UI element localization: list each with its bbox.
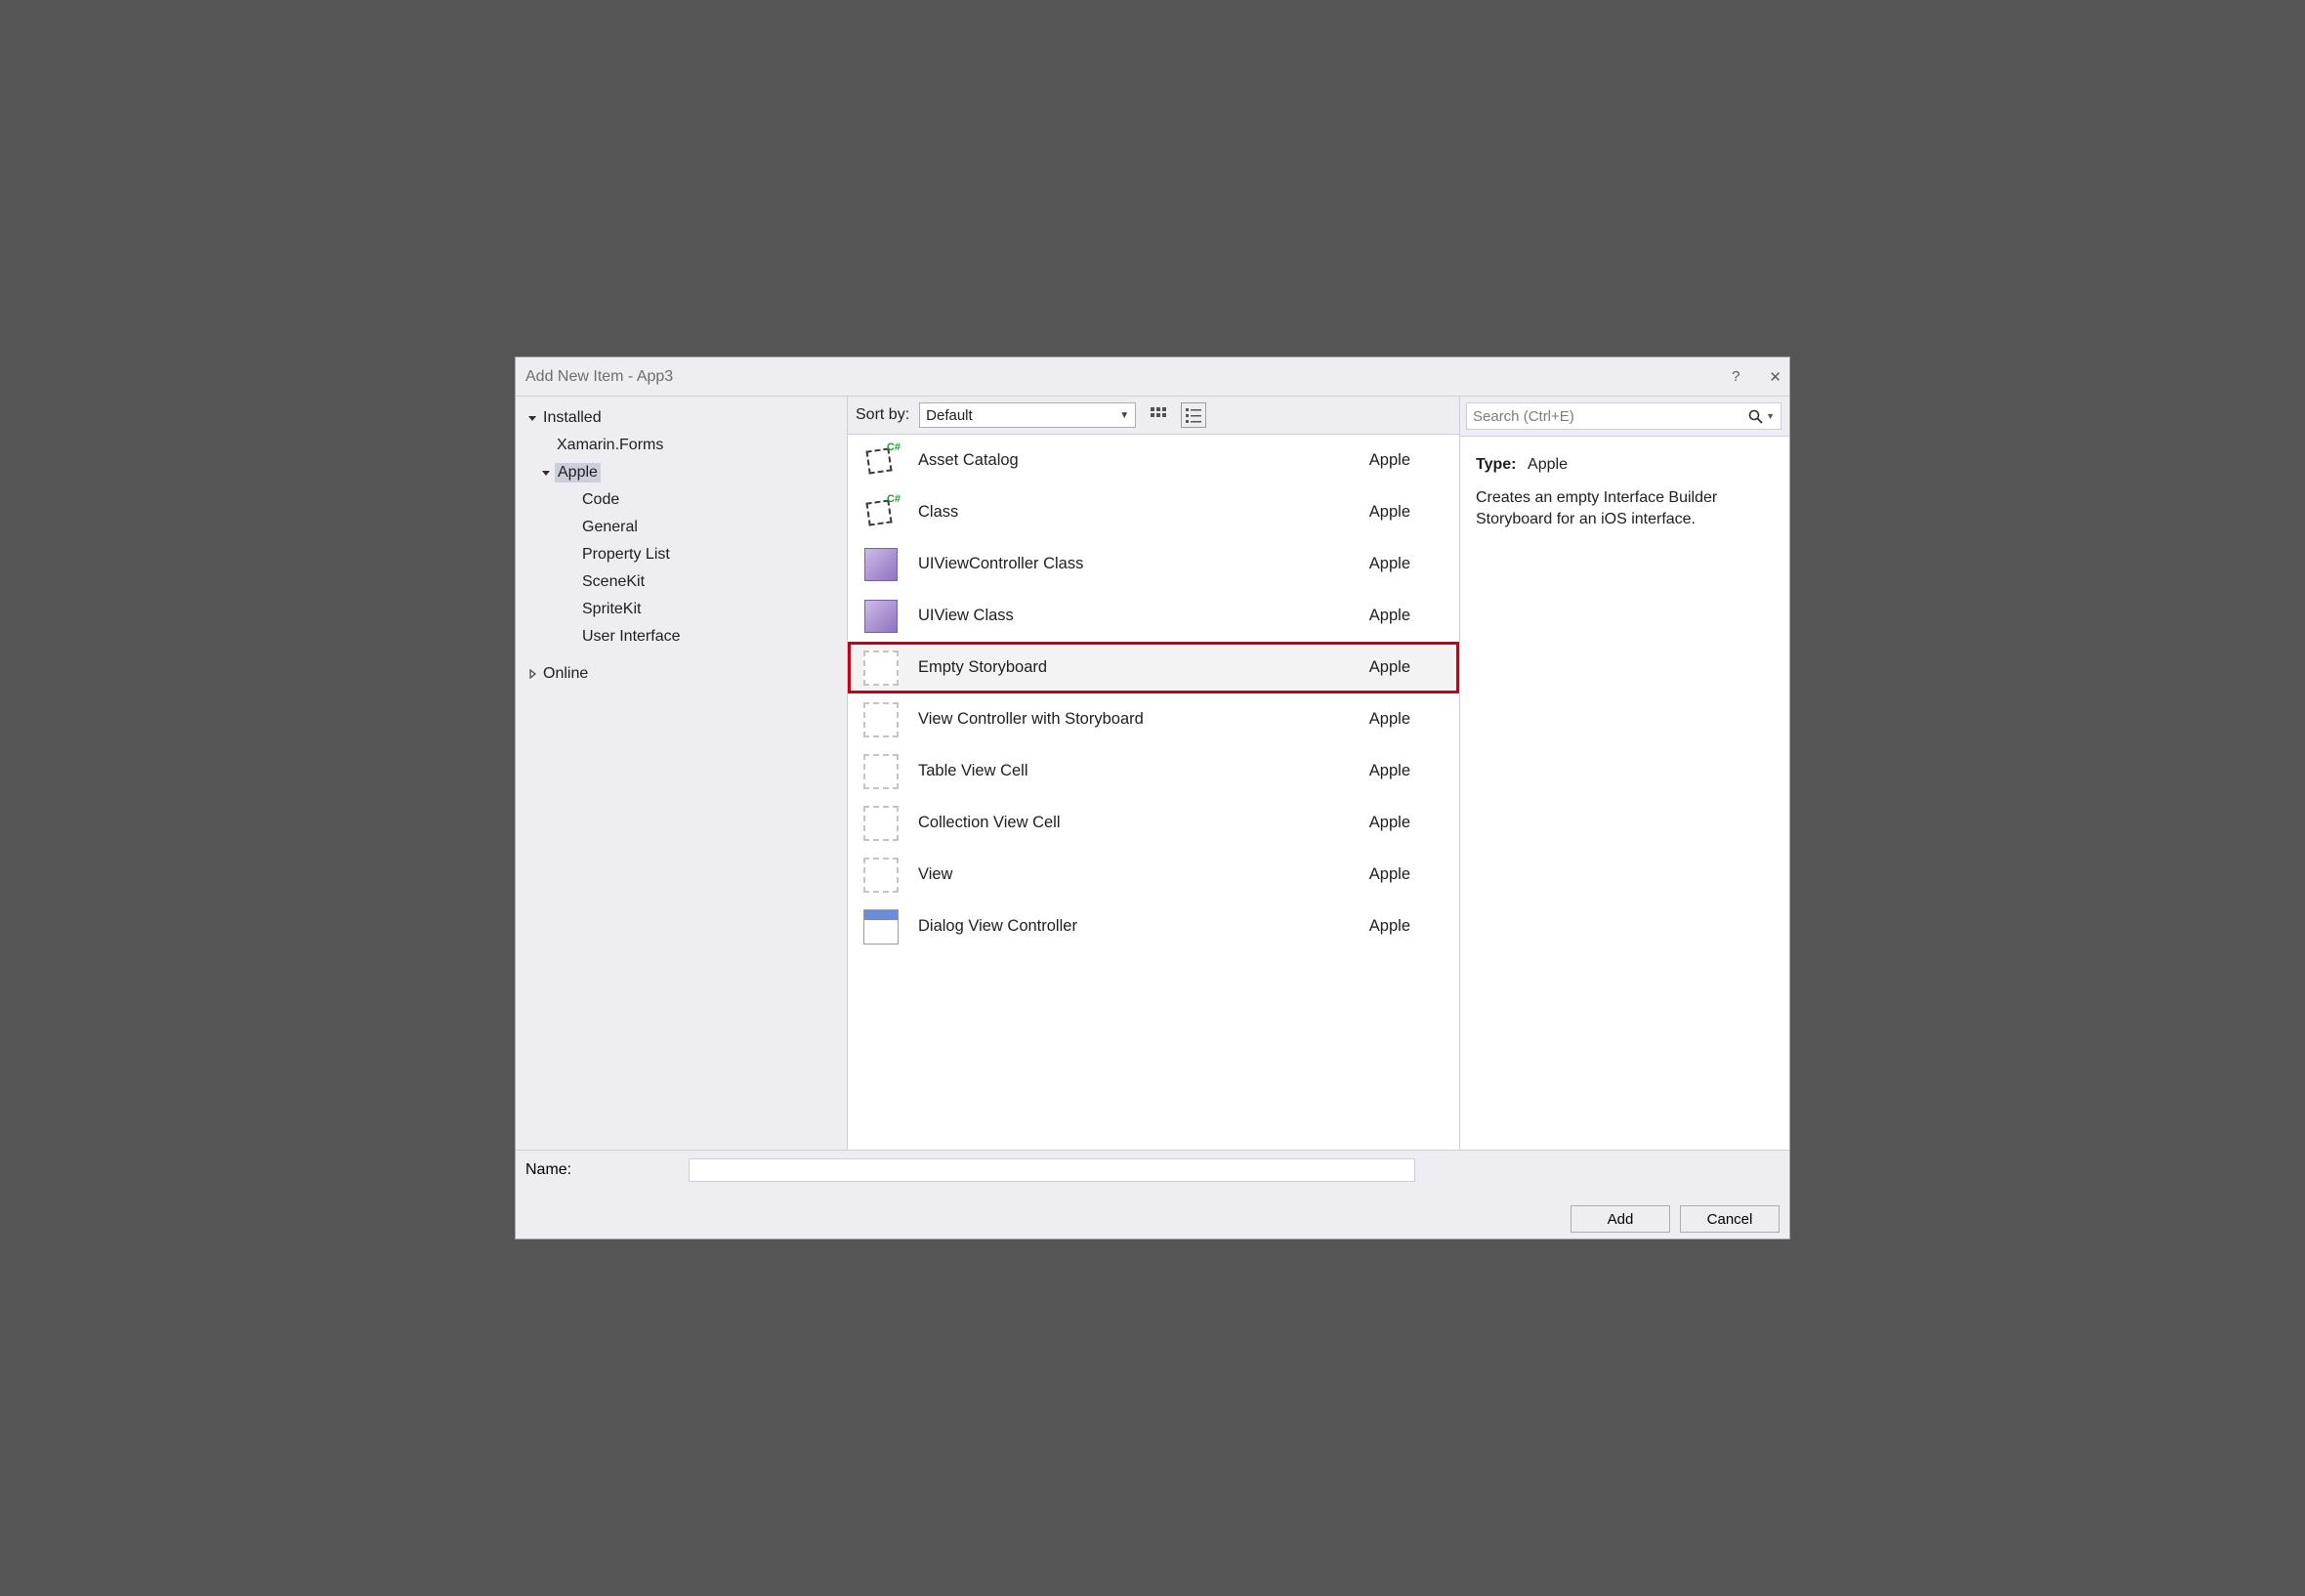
template-icon [861,597,901,636]
template-row[interactable]: Asset Catalog Apple [848,435,1459,486]
tree-label: SpriteKit [580,601,641,618]
template-icon [861,493,901,532]
details-type-value: Apple [1528,456,1568,473]
search-icon [1748,409,1763,424]
tree-item-online[interactable]: Online [516,660,847,688]
template-icon [861,649,901,688]
template-name: Asset Catalog [918,451,1352,470]
template-name: Empty Storyboard [918,658,1352,677]
tree-label: Xamarin.Forms [555,437,663,454]
template-row[interactable]: Class Apple [848,486,1459,538]
template-icon [861,856,901,895]
tree-item-spritekit[interactable]: SpriteKit [516,596,847,623]
template-category: Apple [1369,865,1446,884]
details-panel: Type: Apple Creates an empty Interface B… [1460,436,1789,1150]
template-name: Dialog View Controller [918,917,1352,936]
tree-item-user-interface[interactable]: User Interface [516,623,847,651]
cancel-button[interactable]: Cancel [1680,1205,1780,1233]
template-row[interactable]: UIViewController Class Apple [848,538,1459,590]
template-name: Class [918,503,1352,522]
window-title: Add New Item - App3 [525,368,673,386]
tree-label: Code [580,491,619,509]
template-list: Asset CatalogAppleClassAppleUIViewContro… [848,434,1459,1150]
chevron-down-icon [541,468,555,478]
view-list-button[interactable] [1181,402,1206,428]
template-row[interactable]: Empty Storyboard Apple [848,642,1459,693]
dialog-window: Add New Item - App3 ? ✕ Installed Xamari… [515,357,1790,1239]
template-category: Apple [1369,555,1446,573]
template-icon [861,441,901,481]
tree-label: General [580,519,638,536]
template-name: Collection View Cell [918,814,1352,832]
name-label: Name: [525,1161,571,1179]
tree-item-code[interactable]: Code [516,486,847,514]
template-name: View Controller with Storyboard [918,710,1352,729]
template-icon [861,907,901,946]
details-type-label: Type: [1476,456,1516,473]
template-category: Apple [1369,762,1446,780]
template-category: Apple [1369,658,1446,677]
chevron-right-icon [527,669,541,679]
chevron-down-icon: ▼ [1119,410,1129,421]
tree-label: SceneKit [580,573,645,591]
titlebar: Add New Item - App3 ? ✕ [516,357,1789,397]
tree-item-general[interactable]: General [516,514,847,541]
tree-item-scenekit[interactable]: SceneKit [516,568,847,596]
sort-toolbar: Sort by: Default ▼ [848,397,1459,434]
template-row[interactable]: View Apple [848,849,1459,901]
template-name: UIViewController Class [918,555,1352,573]
template-category: Apple [1369,451,1446,470]
tree-label: User Interface [580,628,680,646]
tree-label: Apple [555,463,601,483]
close-button[interactable]: ✕ [1769,368,1781,386]
template-row[interactable]: Dialog View Controller Apple [848,901,1459,952]
tree-item-apple[interactable]: Apple [516,459,847,486]
template-name: UIView Class [918,607,1352,625]
search-input[interactable]: Search (Ctrl+E) ▼ [1466,402,1781,430]
add-button[interactable]: Add [1571,1205,1670,1233]
help-button[interactable]: ? [1732,368,1739,385]
chevron-down-icon[interactable]: ▼ [1766,411,1775,421]
template-category: Apple [1369,814,1446,832]
template-icon [861,804,901,843]
view-tiles-button[interactable] [1146,402,1171,428]
name-input[interactable] [689,1158,1415,1182]
sort-by-label: Sort by: [856,406,909,424]
category-sidebar: Installed Xamarin.Forms Apple Code Gener… [516,397,848,1150]
tree-item-installed[interactable]: Installed [516,404,847,432]
tree-item-xamarin-forms[interactable]: Xamarin.Forms [516,432,847,459]
footer: Name: Add Cancel [516,1150,1789,1239]
template-name: View [918,865,1352,884]
template-category: Apple [1369,503,1446,522]
template-row[interactable]: UIView Class Apple [848,590,1459,642]
tree-label: Property List [580,546,670,564]
template-category: Apple [1369,607,1446,625]
tree-label: Installed [541,409,602,427]
template-row[interactable]: Collection View Cell Apple [848,797,1459,849]
search-placeholder: Search (Ctrl+E) [1473,408,1748,425]
template-icon [861,700,901,739]
details-description: Creates an empty Interface Builder Story… [1476,487,1774,531]
sort-by-value: Default [926,407,973,424]
template-category: Apple [1369,710,1446,729]
tree-label: Online [541,665,588,683]
template-row[interactable]: Table View Cell Apple [848,745,1459,797]
template-category: Apple [1369,917,1446,936]
template-name: Table View Cell [918,762,1352,780]
chevron-down-icon [527,413,541,423]
template-row[interactable]: View Controller with Storyboard Apple [848,693,1459,745]
template-icon [861,545,901,584]
sort-by-dropdown[interactable]: Default ▼ [919,402,1136,428]
template-icon [861,752,901,791]
tree-item-property-list[interactable]: Property List [516,541,847,568]
